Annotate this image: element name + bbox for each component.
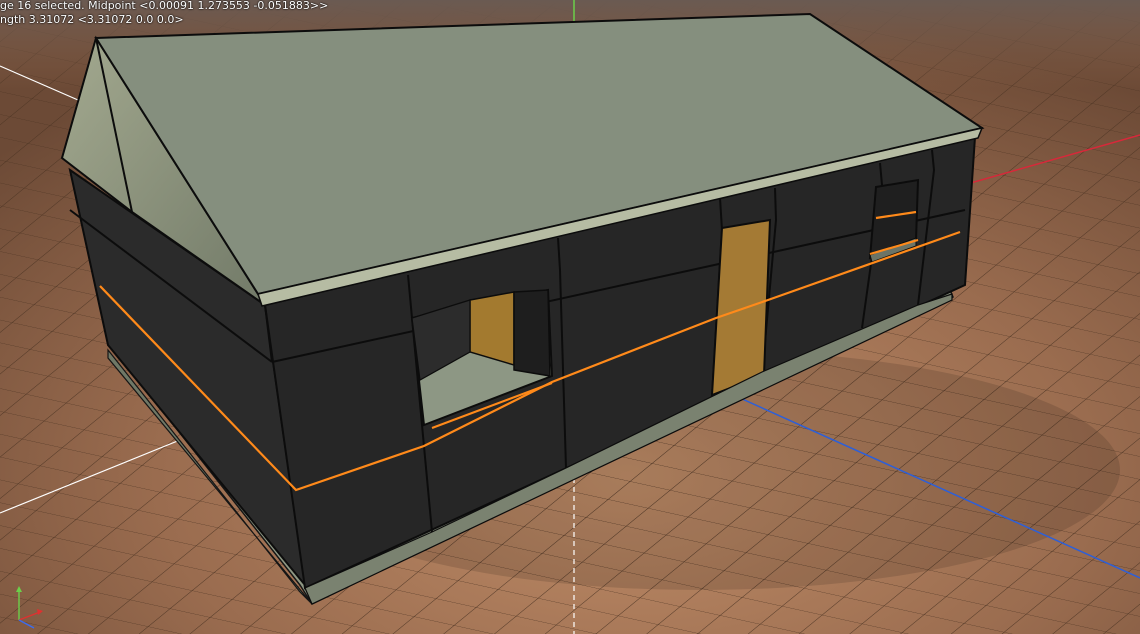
door-opening[interactable]	[710, 218, 772, 397]
status-selection-info: ge 16 selected. Midpoint <0.00091 1.2735…	[0, 0, 329, 12]
gizmo-x-axis	[18, 611, 41, 621]
window-1-interior-dark	[513, 289, 551, 377]
status-length-info: ngth 3.31072 <3.31072 0.0 0.0>	[0, 13, 184, 26]
gizmo-x-arrow	[37, 609, 43, 615]
3d-viewport[interactable]	[0, 0, 1140, 634]
gizmo-z-axis	[18, 619, 35, 629]
gizmo-y-arrow	[16, 586, 22, 592]
axis-gizmo	[10, 584, 46, 630]
window-1-interior-wall	[469, 291, 515, 367]
